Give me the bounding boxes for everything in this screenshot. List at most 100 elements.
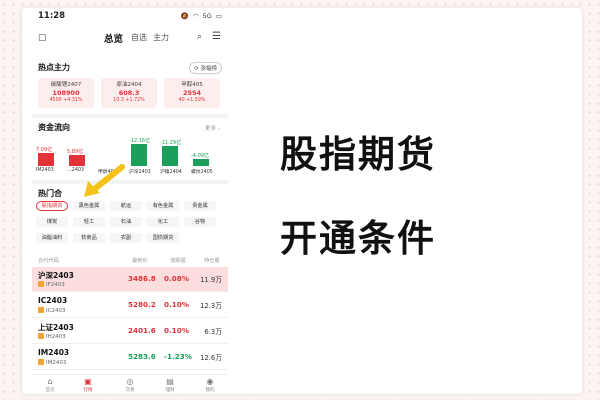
- status-time: 11:28: [38, 11, 66, 21]
- hot-card-change: 10.3 +1.72%: [113, 98, 145, 103]
- bottom-nav-label: 交易: [125, 388, 135, 393]
- top-nav: ▢ 总览 自选 主力 ⌕ ☰: [32, 28, 228, 50]
- rank-link[interactable]: ⟳ 涨幅榜: [189, 62, 222, 74]
- row-open-interest: 11.9万: [200, 276, 222, 284]
- bottom-nav: ⌂ 首页 ▣ 行情 ◎ 交易 ▤ 理财 ◉ 我的: [32, 374, 228, 394]
- table-row[interactable]: 沪深2403 IF2403 3486.8 0.08% 11.9万: [32, 267, 228, 292]
- col-change[interactable]: 涨跌幅: [170, 257, 186, 264]
- battery-icon: ▭: [215, 12, 222, 20]
- hot-sectors-title: 热门合: [38, 189, 62, 198]
- hot-card-name: 原油2404: [116, 82, 142, 88]
- fund-flow-more-link[interactable]: 更多 ›: [205, 124, 220, 132]
- hot-card-name: 碳酸锂2407: [50, 82, 82, 88]
- bottom-nav-label: 行情: [83, 388, 93, 393]
- yellow-arrow-annotation: [84, 164, 125, 197]
- calendar-icon[interactable]: ▢: [38, 33, 47, 43]
- sector-chip[interactable]: 航运: [110, 201, 142, 211]
- sector-chip[interactable]: 化工: [147, 217, 179, 227]
- row-code: IH2403: [38, 333, 66, 340]
- table-header: 合约代码 最新价 涨跌幅 持仓量: [32, 254, 228, 266]
- sector-chip[interactable]: 煤炭: [36, 217, 68, 227]
- bottom-nav-market[interactable]: ▣ 行情: [76, 377, 100, 393]
- col-code: 合约代码: [38, 258, 59, 264]
- hot-card[interactable]: 原油2404 608.3 10.3 +1.72%: [101, 78, 157, 108]
- fund-flow-value: 5.89亿: [67, 149, 84, 156]
- col-price: 最新价: [132, 258, 148, 264]
- contract-badge-icon: [38, 333, 44, 339]
- fund-flow-label: 螺纹2405: [191, 170, 213, 175]
- sector-chip[interactable]: 农副: [110, 233, 142, 243]
- status-bar: 11:28 🔕 ◠ 5G ▭: [32, 8, 228, 26]
- wallet-icon: ▤: [166, 377, 174, 386]
- row-change: 0.08%: [164, 274, 189, 283]
- hot-card-price: 108900: [52, 89, 80, 97]
- row-price: 5280.2: [128, 300, 156, 309]
- bottom-nav-wealth[interactable]: ▤ 理财: [158, 377, 182, 393]
- sector-chip[interactable]: 石油: [110, 217, 142, 227]
- fund-flow-bar: [193, 158, 209, 166]
- sector-chip[interactable]: 有色金属: [147, 201, 179, 211]
- row-open-interest: 6.3万: [204, 328, 222, 336]
- bottom-nav-trade[interactable]: ◎ 交易: [118, 377, 142, 393]
- wifi-icon: ◠: [192, 12, 199, 20]
- contract-badge-icon: [38, 359, 44, 365]
- bottom-nav-home[interactable]: ⌂ 首页: [38, 377, 62, 393]
- col-open-interest[interactable]: 持仓量: [204, 257, 220, 264]
- fund-flow-bar: [131, 144, 147, 166]
- row-change: 0.10%: [164, 300, 189, 309]
- fund-flow-value: 7.09亿: [36, 147, 53, 154]
- row-code-text: IF2403: [46, 282, 65, 288]
- tab-main[interactable]: 主力: [153, 32, 169, 43]
- home-icon: ⌂: [47, 377, 53, 386]
- sector-chip[interactable]: 谷物: [184, 217, 216, 227]
- hot-card[interactable]: 碳酸锂2407 108900 4500 +4.31%: [38, 78, 94, 108]
- content-card: 11:28 🔕 ◠ 5G ▭ ▢ 总览 自选 主力 ⌕ ☰ 热点主力 ⟳ 涨幅榜…: [22, 8, 582, 394]
- row-name: 沪深2403: [38, 271, 74, 280]
- hot-card-change: 40 +1.59%: [178, 98, 206, 103]
- hot-card[interactable]: 甲醇405 2554 40 +1.59%: [164, 78, 220, 108]
- fund-flow-value: -12.16亿: [129, 138, 151, 144]
- table-row[interactable]: IC2403 IC2403 5280.2 0.10% 12.3万: [32, 293, 228, 318]
- section-divider: [32, 180, 228, 184]
- row-code: IF2403: [38, 281, 65, 288]
- sector-chip[interactable]: 黑色金属: [73, 201, 105, 211]
- refresh-icon: ⟳: [194, 66, 199, 72]
- fund-flow-label: IM2403: [36, 168, 54, 173]
- row-open-interest: 12.3万: [200, 302, 222, 310]
- tab-overview[interactable]: 总览: [104, 31, 123, 45]
- phone-screenshot: 11:28 🔕 ◠ 5G ▭ ▢ 总览 自选 主力 ⌕ ☰ 热点主力 ⟳ 涨幅榜…: [32, 8, 228, 394]
- row-name: IM2403: [38, 348, 70, 357]
- row-code-text: IC2403: [46, 308, 66, 314]
- hot-main-title: 热点主力: [38, 63, 70, 72]
- row-price: 2401.6: [128, 326, 156, 335]
- search-icon[interactable]: ⌕: [197, 32, 202, 42]
- menu-icon[interactable]: ☰: [212, 31, 221, 42]
- market-icon: ▣: [84, 377, 92, 386]
- contract-badge-icon: [38, 307, 44, 313]
- hot-card-change: 4500 +4.31%: [49, 98, 83, 103]
- sector-chip-index-futures[interactable]: 股指期货: [36, 201, 68, 211]
- hot-card-name: 甲醇405: [181, 82, 203, 88]
- row-change: -1.23%: [164, 352, 192, 361]
- sector-chip[interactable]: 软商品: [73, 233, 105, 243]
- rank-link-label: 涨幅榜: [200, 66, 217, 72]
- fund-flow-chart: 7.09亿 IM2403 5.89亿 …2403 甲醇405 -12.16亿 沪深2403-…: [36, 134, 224, 178]
- network-label: 5G: [202, 12, 212, 20]
- fund-flow-title: 资金流向: [38, 123, 70, 132]
- row-code: IC2403: [38, 307, 65, 314]
- sector-chip[interactable]: 国债期货: [147, 233, 179, 243]
- headline-title: 股指期货: [280, 133, 436, 176]
- fund-flow-value: -4.09亿: [191, 152, 209, 159]
- table-row[interactable]: IM2403 IM2403 5283.6 -1.23% 12.6万: [32, 345, 228, 370]
- table-row[interactable]: 上证2403 IH2403 2401.6 0.10% 6.3万: [32, 319, 228, 344]
- sector-chip[interactable]: 油脂油料: [36, 233, 68, 243]
- row-change: 0.10%: [164, 326, 189, 335]
- hot-card-price: 2554: [182, 89, 202, 97]
- status-icons: 🔕 ◠ 5G ▭: [179, 12, 222, 20]
- sector-chip[interactable]: 轻工: [73, 217, 105, 227]
- tab-watchlist[interactable]: 自选: [131, 32, 147, 43]
- bottom-nav-profile[interactable]: ◉ 我的: [198, 377, 222, 393]
- sector-chip[interactable]: 贵金属: [184, 201, 216, 211]
- bottom-nav-label: 我的: [205, 388, 215, 393]
- hot-card-price: 608.3: [118, 89, 140, 97]
